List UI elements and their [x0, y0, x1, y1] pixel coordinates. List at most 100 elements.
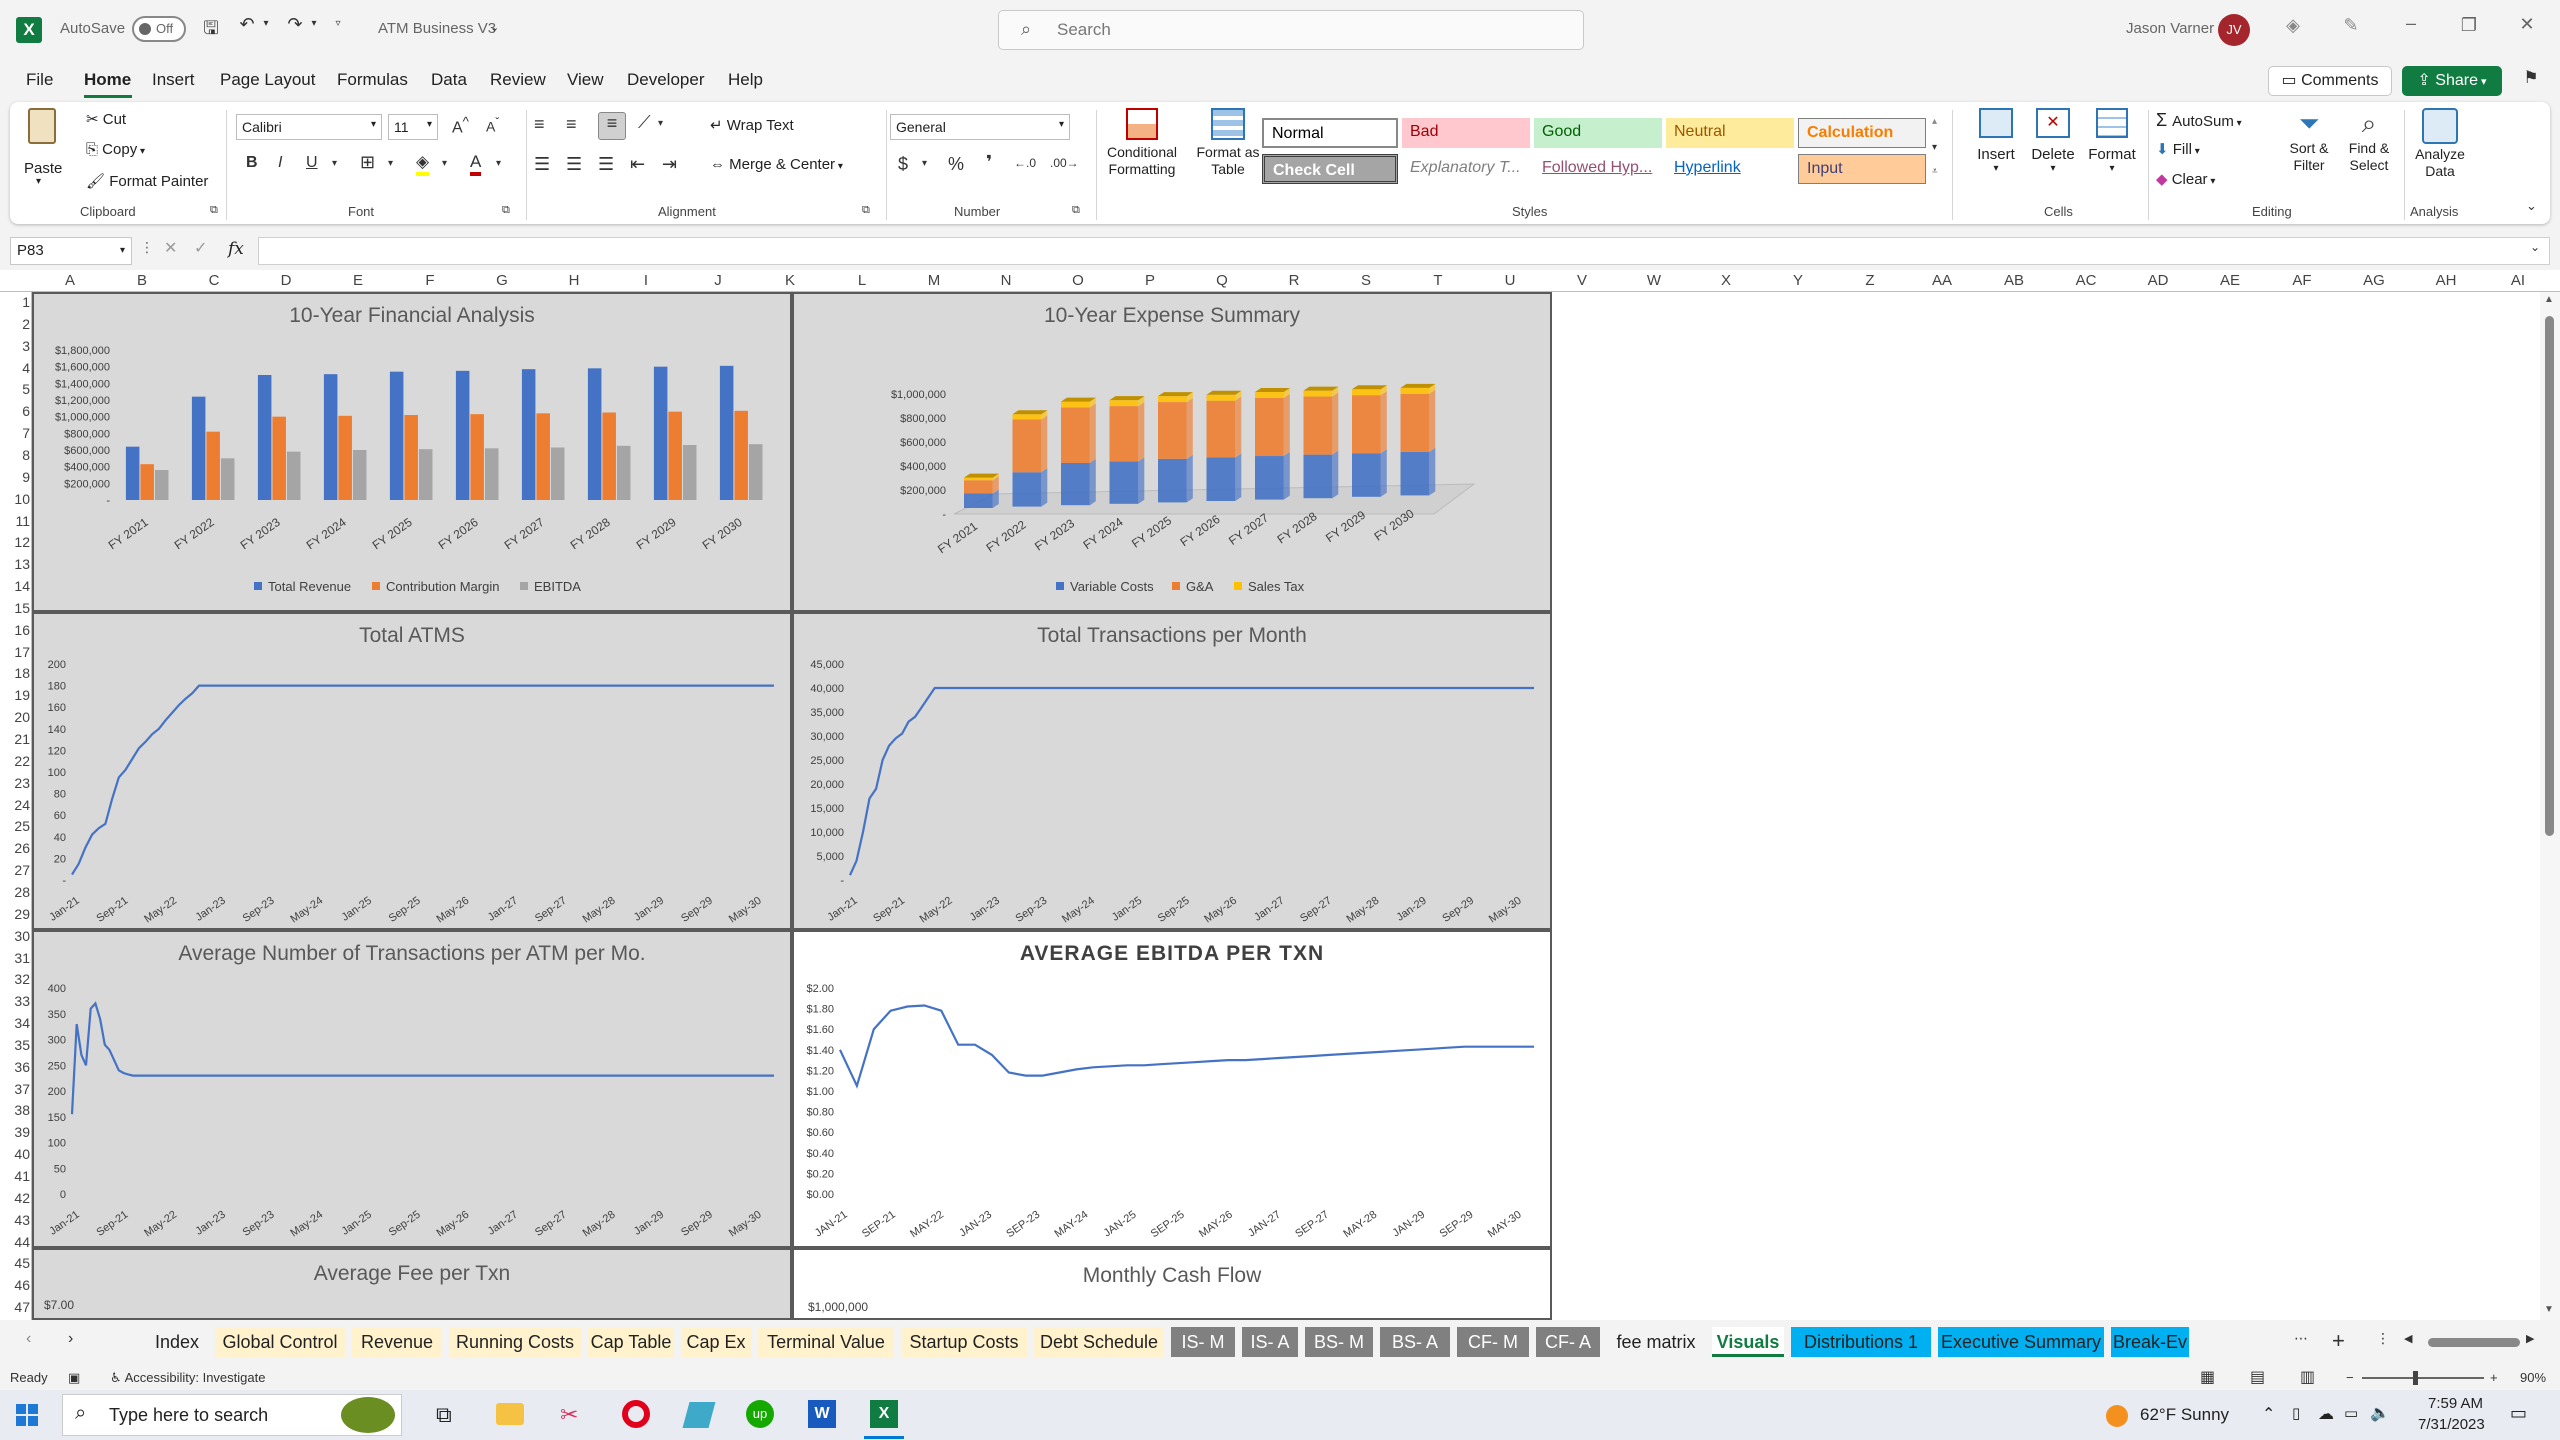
- menu-formulas[interactable]: Formulas: [337, 70, 408, 90]
- orientation-icon[interactable]: ⟋: [638, 112, 651, 133]
- column-header-x[interactable]: X: [1690, 272, 1762, 289]
- row-header-18[interactable]: 18: [0, 665, 30, 687]
- scroll-left-icon[interactable]: ◀: [2404, 1332, 2412, 1345]
- data-line[interactable]: [848, 686, 1534, 876]
- tray-app-icon[interactable]: ▯: [2292, 1404, 2300, 1422]
- pen-app-icon[interactable]: [682, 1402, 716, 1428]
- excel-taskbar-icon[interactable]: X: [870, 1400, 898, 1428]
- bar-contribution-margin[interactable]: [338, 415, 352, 500]
- row-header-38[interactable]: 38: [0, 1102, 30, 1124]
- insert-function-button[interactable]: fx: [228, 239, 244, 259]
- share-button[interactable]: ⇪ Share ▾: [2402, 66, 2502, 96]
- show-hidden-icons-icon[interactable]: ⌃: [2262, 1404, 2275, 1424]
- row-header-7[interactable]: 7: [0, 425, 30, 447]
- row-header-21[interactable]: 21: [0, 731, 30, 753]
- row-header-41[interactable]: 41: [0, 1168, 30, 1190]
- column-header-j[interactable]: J: [682, 272, 754, 289]
- bar-ebitda[interactable]: [418, 449, 433, 500]
- bar-sales-tax[interactable]: [1206, 394, 1236, 401]
- menu-help[interactable]: Help: [728, 70, 763, 90]
- taskbar-search[interactable]: ⌕ Type here to search: [62, 1394, 402, 1436]
- row-header-42[interactable]: 42: [0, 1190, 30, 1212]
- column-header-aa[interactable]: AA: [1906, 272, 1978, 289]
- row-header-4[interactable]: 4: [0, 360, 30, 382]
- bar-g-a[interactable]: [1158, 402, 1187, 459]
- redo-dropdown-icon[interactable]: ▾: [308, 18, 320, 29]
- row-header-13[interactable]: 13: [0, 556, 30, 578]
- zoom-slider-thumb[interactable]: [2413, 1371, 2418, 1385]
- row-header-12[interactable]: 12: [0, 534, 30, 556]
- column-header-s[interactable]: S: [1330, 272, 1402, 289]
- horizontal-scroll-thumb[interactable]: [2428, 1338, 2520, 1347]
- copy-button[interactable]: ⎘ Copy ▾: [86, 141, 145, 158]
- tab-index[interactable]: Index: [146, 1327, 208, 1357]
- bold-button[interactable]: B: [246, 154, 258, 172]
- volume-icon[interactable]: 🔈: [2370, 1403, 2390, 1423]
- bar-ebitda[interactable]: [748, 444, 763, 500]
- align-center-icon[interactable]: ☰: [566, 154, 582, 175]
- insert-cells-button[interactable]: Insert ▾: [1970, 108, 2022, 174]
- column-header-ah[interactable]: AH: [2410, 272, 2482, 289]
- bar-total-revenue[interactable]: [521, 369, 536, 500]
- orientation-dropdown-icon[interactable]: ▾: [658, 118, 663, 129]
- column-header-y[interactable]: Y: [1762, 272, 1834, 289]
- tab-distributions-1[interactable]: Distributions 1: [1791, 1327, 1931, 1357]
- menu-file[interactable]: File: [26, 70, 53, 90]
- row-header-32[interactable]: 32: [0, 971, 30, 993]
- bar-ebitda[interactable]: [550, 447, 565, 501]
- column-header-ae[interactable]: AE: [2194, 272, 2266, 289]
- bar-variable-costs[interactable]: [1109, 461, 1139, 504]
- notifications-icon[interactable]: ▭: [2510, 1403, 2527, 1424]
- chart-6[interactable]: Average Fee per Txn $7.00: [32, 1248, 792, 1320]
- font-launcher-icon[interactable]: ⧉: [502, 204, 510, 217]
- tab-global-control[interactable]: Global Control: [215, 1327, 345, 1357]
- menu-page-layout[interactable]: Page Layout: [220, 70, 315, 90]
- redo-icon[interactable]: ↷: [282, 14, 308, 35]
- column-header-v[interactable]: V: [1546, 272, 1618, 289]
- bar-ebitda[interactable]: [286, 451, 301, 500]
- row-header-25[interactable]: 25: [0, 818, 30, 840]
- column-header-t[interactable]: T: [1402, 272, 1474, 289]
- column-header-k[interactable]: K: [754, 272, 826, 289]
- cell-style-explanatory[interactable]: Explanatory T...: [1402, 154, 1530, 184]
- align-bottom-icon[interactable]: ≡: [598, 112, 626, 140]
- data-line[interactable]: [839, 1004, 1534, 1089]
- bar-ebitda[interactable]: [484, 448, 499, 500]
- row-header-11[interactable]: 11: [0, 513, 30, 535]
- decrease-indent-icon[interactable]: ⇤: [630, 154, 645, 175]
- bar-sales-tax[interactable]: [1109, 400, 1139, 407]
- column-header-r[interactable]: R: [1258, 272, 1330, 289]
- undo-icon[interactable]: ↶: [234, 14, 260, 35]
- underline-button[interactable]: U: [306, 154, 318, 172]
- scroll-up-arrow-icon[interactable]: ▲: [2544, 294, 2554, 305]
- bar-variable-costs[interactable]: [1352, 453, 1381, 497]
- bar-total-revenue[interactable]: [323, 374, 338, 500]
- tab-visuals[interactable]: Visuals: [1712, 1327, 1784, 1357]
- tab-cf-m[interactable]: CF- M: [1457, 1327, 1529, 1357]
- bar-variable-costs[interactable]: [1303, 454, 1333, 499]
- row-header-39[interactable]: 39: [0, 1124, 30, 1146]
- row-header-10[interactable]: 10: [0, 491, 30, 513]
- column-header-u[interactable]: U: [1474, 272, 1546, 289]
- bar-ebitda[interactable]: [352, 450, 367, 500]
- column-header-m[interactable]: M: [898, 272, 970, 289]
- vertical-scroll-thumb[interactable]: [2545, 316, 2554, 836]
- underline-dropdown-icon[interactable]: ▾: [332, 158, 337, 169]
- row-header-5[interactable]: 5: [0, 381, 30, 403]
- row-header-40[interactable]: 40: [0, 1146, 30, 1168]
- bar-g-a[interactable]: [1255, 397, 1284, 457]
- column-header-ai[interactable]: AI: [2482, 272, 2554, 289]
- column-header-i[interactable]: I: [610, 272, 682, 289]
- column-header-ad[interactable]: AD: [2122, 272, 2194, 289]
- fill-color-dropdown-icon[interactable]: ▾: [442, 158, 447, 169]
- row-header-44[interactable]: 44: [0, 1234, 30, 1256]
- row-header-30[interactable]: 30: [0, 928, 30, 950]
- comments-button[interactable]: ▭ Comments: [2268, 66, 2392, 96]
- bar-variable-costs[interactable]: [1400, 451, 1430, 496]
- clock-date[interactable]: 7/31/2023: [2418, 1416, 2485, 1433]
- column-header-l[interactable]: L: [826, 272, 898, 289]
- bar-sales-tax[interactable]: [1061, 401, 1090, 408]
- row-header-26[interactable]: 26: [0, 840, 30, 862]
- bar-ebitda[interactable]: [154, 470, 169, 500]
- font-size-select[interactable]: 11 ▾: [388, 114, 438, 140]
